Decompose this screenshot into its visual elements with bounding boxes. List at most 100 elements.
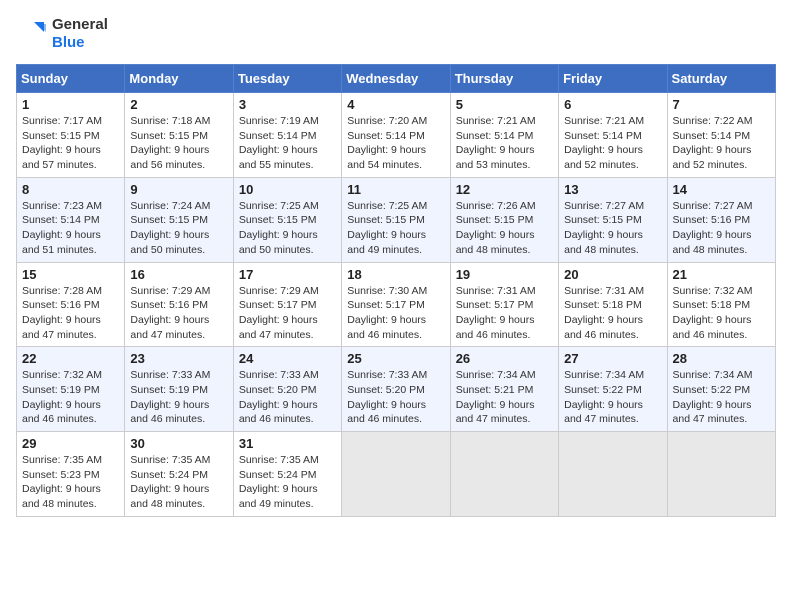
calendar-day: 17 Sunrise: 7:29 AM Sunset: 5:17 PM Dayl… — [233, 262, 341, 347]
weekday-header: Sunday — [17, 65, 125, 93]
day-detail: Sunrise: 7:18 AM Sunset: 5:15 PM Dayligh… — [130, 114, 227, 173]
weekday-header: Friday — [559, 65, 667, 93]
calendar-week: 1 Sunrise: 7:17 AM Sunset: 5:15 PM Dayli… — [17, 93, 776, 178]
calendar-day: 6 Sunrise: 7:21 AM Sunset: 5:14 PM Dayli… — [559, 93, 667, 178]
calendar-week: 22 Sunrise: 7:32 AM Sunset: 5:19 PM Dayl… — [17, 347, 776, 432]
weekday-header: Saturday — [667, 65, 775, 93]
calendar-day: 14 Sunrise: 7:27 AM Sunset: 5:16 PM Dayl… — [667, 177, 775, 262]
day-number: 6 — [564, 97, 661, 112]
day-detail: Sunrise: 7:21 AM Sunset: 5:14 PM Dayligh… — [456, 114, 553, 173]
day-detail: Sunrise: 7:32 AM Sunset: 5:19 PM Dayligh… — [22, 368, 119, 427]
day-number: 25 — [347, 351, 444, 366]
calendar-day: 23 Sunrise: 7:33 AM Sunset: 5:19 PM Dayl… — [125, 347, 233, 432]
day-detail: Sunrise: 7:23 AM Sunset: 5:14 PM Dayligh… — [22, 199, 119, 258]
calendar-day: 13 Sunrise: 7:27 AM Sunset: 5:15 PM Dayl… — [559, 177, 667, 262]
calendar-day: 10 Sunrise: 7:25 AM Sunset: 5:15 PM Dayl… — [233, 177, 341, 262]
day-detail: Sunrise: 7:26 AM Sunset: 5:15 PM Dayligh… — [456, 199, 553, 258]
logo-line1: General — [52, 16, 108, 34]
day-detail: Sunrise: 7:33 AM Sunset: 5:20 PM Dayligh… — [239, 368, 336, 427]
day-detail: Sunrise: 7:34 AM Sunset: 5:21 PM Dayligh… — [456, 368, 553, 427]
day-number: 4 — [347, 97, 444, 112]
calendar-day: 4 Sunrise: 7:20 AM Sunset: 5:14 PM Dayli… — [342, 93, 450, 178]
day-number: 24 — [239, 351, 336, 366]
calendar-day: 12 Sunrise: 7:26 AM Sunset: 5:15 PM Dayl… — [450, 177, 558, 262]
day-detail: Sunrise: 7:34 AM Sunset: 5:22 PM Dayligh… — [564, 368, 661, 427]
day-detail: Sunrise: 7:28 AM Sunset: 5:16 PM Dayligh… — [22, 284, 119, 343]
day-detail: Sunrise: 7:29 AM Sunset: 5:16 PM Dayligh… — [130, 284, 227, 343]
calendar-day: 22 Sunrise: 7:32 AM Sunset: 5:19 PM Dayl… — [17, 347, 125, 432]
calendar-day: 19 Sunrise: 7:31 AM Sunset: 5:17 PM Dayl… — [450, 262, 558, 347]
day-number: 31 — [239, 436, 336, 451]
day-number: 3 — [239, 97, 336, 112]
calendar-day: 25 Sunrise: 7:33 AM Sunset: 5:20 PM Dayl… — [342, 347, 450, 432]
day-detail: Sunrise: 7:31 AM Sunset: 5:18 PM Dayligh… — [564, 284, 661, 343]
calendar-day: 21 Sunrise: 7:32 AM Sunset: 5:18 PM Dayl… — [667, 262, 775, 347]
calendar-day: 29 Sunrise: 7:35 AM Sunset: 5:23 PM Dayl… — [17, 432, 125, 517]
day-detail: Sunrise: 7:32 AM Sunset: 5:18 PM Dayligh… — [673, 284, 770, 343]
calendar-week: 15 Sunrise: 7:28 AM Sunset: 5:16 PM Dayl… — [17, 262, 776, 347]
day-number: 28 — [673, 351, 770, 366]
day-detail: Sunrise: 7:19 AM Sunset: 5:14 PM Dayligh… — [239, 114, 336, 173]
day-number: 11 — [347, 182, 444, 197]
day-detail: Sunrise: 7:33 AM Sunset: 5:20 PM Dayligh… — [347, 368, 444, 427]
logo: General Blue — [16, 16, 108, 52]
day-number: 16 — [130, 267, 227, 282]
calendar-week: 29 Sunrise: 7:35 AM Sunset: 5:23 PM Dayl… — [17, 432, 776, 517]
day-detail: Sunrise: 7:35 AM Sunset: 5:24 PM Dayligh… — [239, 453, 336, 512]
day-number: 2 — [130, 97, 227, 112]
day-detail: Sunrise: 7:34 AM Sunset: 5:22 PM Dayligh… — [673, 368, 770, 427]
calendar-day: 16 Sunrise: 7:29 AM Sunset: 5:16 PM Dayl… — [125, 262, 233, 347]
day-number: 1 — [22, 97, 119, 112]
day-detail: Sunrise: 7:30 AM Sunset: 5:17 PM Dayligh… — [347, 284, 444, 343]
calendar-day: 1 Sunrise: 7:17 AM Sunset: 5:15 PM Dayli… — [17, 93, 125, 178]
day-detail: Sunrise: 7:27 AM Sunset: 5:15 PM Dayligh… — [564, 199, 661, 258]
day-number: 7 — [673, 97, 770, 112]
day-detail: Sunrise: 7:17 AM Sunset: 5:15 PM Dayligh… — [22, 114, 119, 173]
day-number: 23 — [130, 351, 227, 366]
day-number: 10 — [239, 182, 336, 197]
day-number: 13 — [564, 182, 661, 197]
logo-line2: Blue — [52, 34, 108, 52]
day-detail: Sunrise: 7:29 AM Sunset: 5:17 PM Dayligh… — [239, 284, 336, 343]
calendar-day: 31 Sunrise: 7:35 AM Sunset: 5:24 PM Dayl… — [233, 432, 341, 517]
day-number: 18 — [347, 267, 444, 282]
day-number: 9 — [130, 182, 227, 197]
calendar-day: 27 Sunrise: 7:34 AM Sunset: 5:22 PM Dayl… — [559, 347, 667, 432]
day-number: 26 — [456, 351, 553, 366]
calendar-table: SundayMondayTuesdayWednesdayThursdayFrid… — [16, 64, 776, 517]
calendar-header: SundayMondayTuesdayWednesdayThursdayFrid… — [17, 65, 776, 93]
empty-cell — [450, 432, 558, 517]
calendar-week: 8 Sunrise: 7:23 AM Sunset: 5:14 PM Dayli… — [17, 177, 776, 262]
day-number: 20 — [564, 267, 661, 282]
weekday-header: Thursday — [450, 65, 558, 93]
day-detail: Sunrise: 7:33 AM Sunset: 5:19 PM Dayligh… — [130, 368, 227, 427]
day-detail: Sunrise: 7:24 AM Sunset: 5:15 PM Dayligh… — [130, 199, 227, 258]
calendar-day: 11 Sunrise: 7:25 AM Sunset: 5:15 PM Dayl… — [342, 177, 450, 262]
day-number: 27 — [564, 351, 661, 366]
day-detail: Sunrise: 7:31 AM Sunset: 5:17 PM Dayligh… — [456, 284, 553, 343]
calendar-day: 26 Sunrise: 7:34 AM Sunset: 5:21 PM Dayl… — [450, 347, 558, 432]
calendar-day: 24 Sunrise: 7:33 AM Sunset: 5:20 PM Dayl… — [233, 347, 341, 432]
logo-svg — [16, 18, 48, 50]
day-detail: Sunrise: 7:25 AM Sunset: 5:15 PM Dayligh… — [239, 199, 336, 258]
day-detail: Sunrise: 7:27 AM Sunset: 5:16 PM Dayligh… — [673, 199, 770, 258]
day-number: 22 — [22, 351, 119, 366]
day-number: 5 — [456, 97, 553, 112]
calendar-day: 9 Sunrise: 7:24 AM Sunset: 5:15 PM Dayli… — [125, 177, 233, 262]
calendar-day: 30 Sunrise: 7:35 AM Sunset: 5:24 PM Dayl… — [125, 432, 233, 517]
calendar-day: 20 Sunrise: 7:31 AM Sunset: 5:18 PM Dayl… — [559, 262, 667, 347]
day-number: 17 — [239, 267, 336, 282]
day-number: 12 — [456, 182, 553, 197]
day-number: 15 — [22, 267, 119, 282]
page-header: General Blue — [16, 16, 776, 52]
empty-cell — [559, 432, 667, 517]
calendar-day: 7 Sunrise: 7:22 AM Sunset: 5:14 PM Dayli… — [667, 93, 775, 178]
empty-cell — [342, 432, 450, 517]
calendar-day: 28 Sunrise: 7:34 AM Sunset: 5:22 PM Dayl… — [667, 347, 775, 432]
calendar-day: 8 Sunrise: 7:23 AM Sunset: 5:14 PM Dayli… — [17, 177, 125, 262]
weekday-header: Tuesday — [233, 65, 341, 93]
calendar-day: 15 Sunrise: 7:28 AM Sunset: 5:16 PM Dayl… — [17, 262, 125, 347]
day-number: 21 — [673, 267, 770, 282]
day-detail: Sunrise: 7:22 AM Sunset: 5:14 PM Dayligh… — [673, 114, 770, 173]
calendar-day: 18 Sunrise: 7:30 AM Sunset: 5:17 PM Dayl… — [342, 262, 450, 347]
